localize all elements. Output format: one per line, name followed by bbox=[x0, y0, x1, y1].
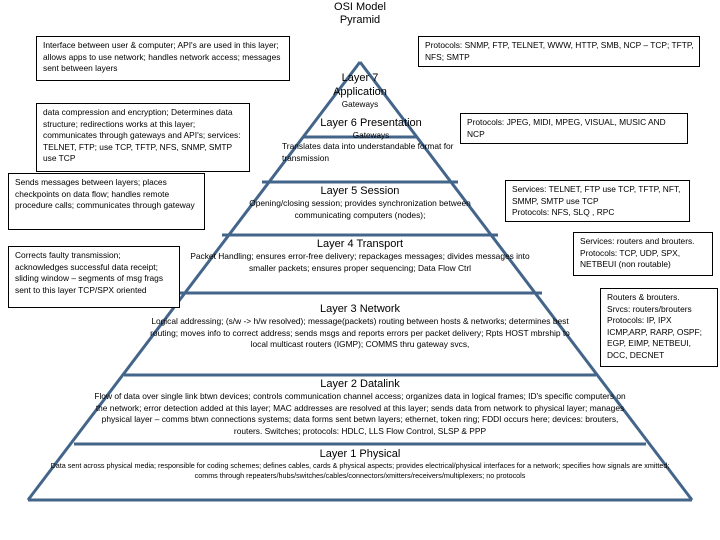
layer-4-right-note: Services: routers and brouters. Protocol… bbox=[573, 232, 713, 276]
layer-2-description: Flow of data over single link btwn devic… bbox=[94, 391, 626, 436]
layer-1-title: Layer 1 Physical bbox=[319, 448, 401, 460]
layer-2-title: Layer 2 Datalink bbox=[320, 378, 400, 390]
layer-5-block: Layer 5 Session Opening/closing session;… bbox=[232, 184, 488, 221]
layer-6-block: Layer 6 Presentation Gateways Translates… bbox=[280, 116, 462, 164]
layer-7-left-note: Interface between user & computer; API's… bbox=[36, 36, 290, 81]
layer-7-title: Layer 7 Application bbox=[333, 72, 387, 98]
layer-5-left-note: Sends messages between layers; places ch… bbox=[8, 173, 205, 230]
layer-7-block: Layer 7 Application Gateways bbox=[286, 71, 434, 110]
layer-5-title: Layer 5 Session bbox=[320, 185, 400, 197]
layer-6-subtitle: Gateways bbox=[352, 131, 390, 140]
layer-3-block: Layer 3 Network Logical addressing; (s/w… bbox=[146, 302, 574, 351]
layer-7-subtitle: Gateways bbox=[341, 100, 379, 109]
layer-7-right-note: Protocols: SNMP, FTP, TELNET, WWW, HTTP,… bbox=[418, 36, 700, 67]
layer-3-description: Logical addressing; (s/w -> h/w resolved… bbox=[150, 316, 570, 350]
layer-6-title: Layer 6 Presentation bbox=[320, 117, 422, 129]
layer-4-block: Layer 4 Transport Packet Handling; ensur… bbox=[190, 237, 530, 274]
layer-6-description: Translates data into understandable form… bbox=[282, 141, 454, 163]
layer-4-title: Layer 4 Transport bbox=[316, 238, 404, 250]
layer-5-description: Opening/closing session; provides synchr… bbox=[249, 198, 471, 220]
layer-6-left-note: data compression and encryption; Determi… bbox=[36, 103, 250, 172]
page-title: OSI Model Pyramid bbox=[334, 1, 386, 26]
layer-4-description: Packet Handling; ensures error-free deli… bbox=[190, 251, 530, 273]
layer-6-right-note: Protocols: JPEG, MIDI, MPEG, VISUAL, MUS… bbox=[460, 113, 688, 144]
layer-4-left-note: Corrects faulty transmission; acknowledg… bbox=[8, 246, 180, 308]
layer-5-right-note: Services: TELNET, FTP use TCP, TFTP, NFT… bbox=[505, 180, 690, 222]
layer-3-right-note: Routers & brouters. Srvcs: routers/brout… bbox=[600, 288, 718, 367]
layer-2-block: Layer 2 Datalink Flow of data over singl… bbox=[94, 377, 626, 437]
layer-1-block: Layer 1 Physical Data sent across physic… bbox=[44, 447, 676, 481]
layer-1-description: Data sent across physical media; respons… bbox=[50, 461, 670, 480]
osi-pyramid-diagram: OSI Model Pyramid Interface between user… bbox=[0, 0, 720, 540]
layer-3-title: Layer 3 Network bbox=[319, 303, 401, 315]
